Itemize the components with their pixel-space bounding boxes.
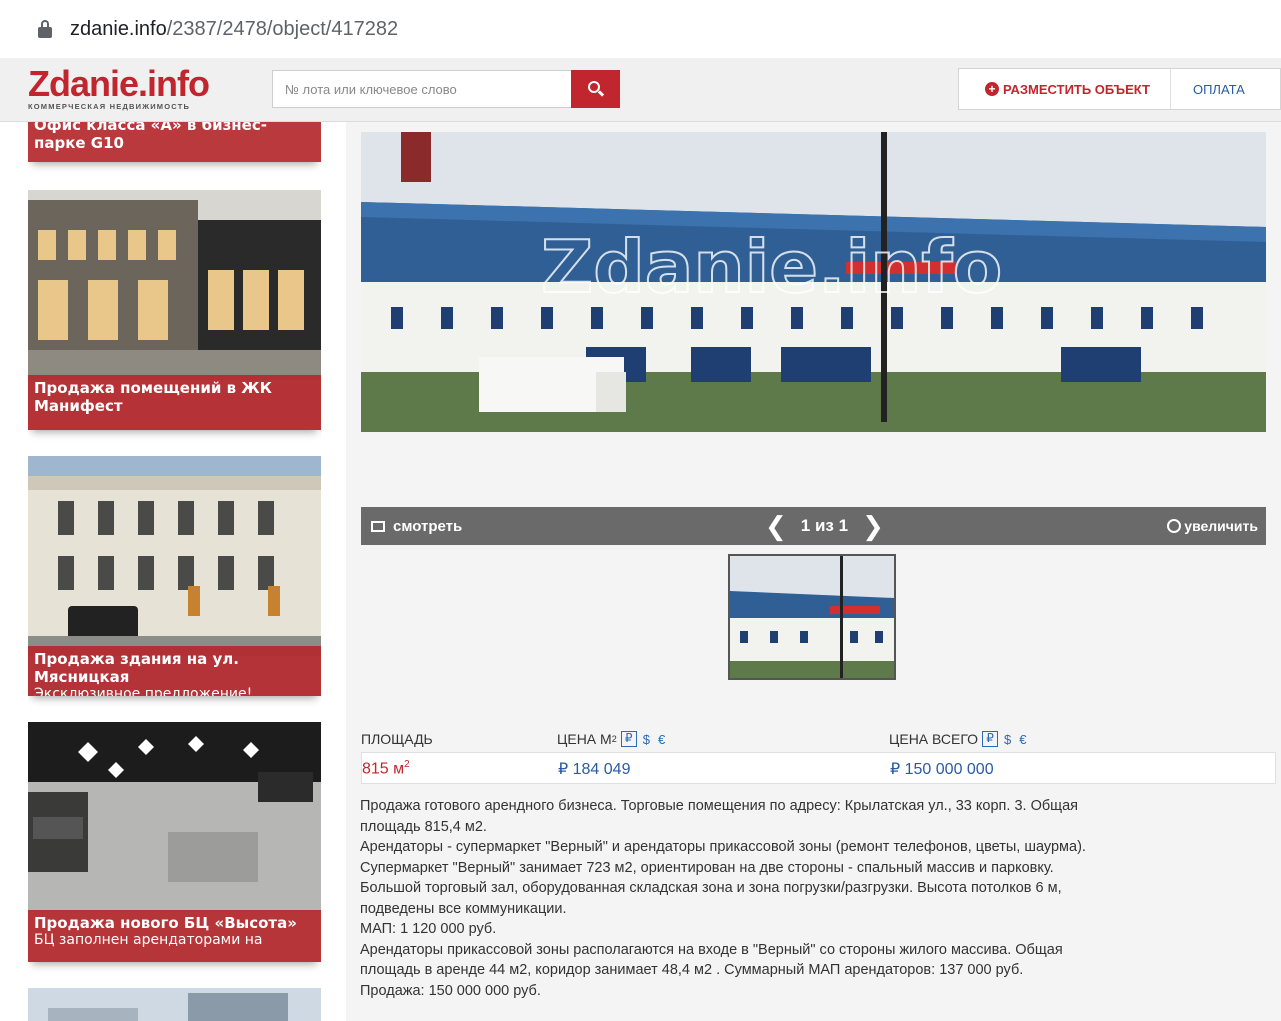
payment-link[interactable]: ОПЛАТА	[1171, 82, 1245, 97]
site-header: Zdanie.info КОММЕРЧЕСКАЯ НЕДВИЖИМОСТЬ № …	[0, 58, 1281, 122]
description-line: Большой торговый зал, оборудованная скла…	[360, 880, 1062, 896]
m2-superscript: 2	[611, 734, 617, 744]
description-line: Продажа готового арендного бизнеса. Торг…	[360, 798, 1078, 814]
currency-eur-toggle[interactable]: €	[1019, 732, 1026, 747]
promo-subtitle: БЦ заполнен арендаторами на	[34, 932, 263, 948]
photo-thumbnail[interactable]	[728, 554, 896, 680]
description-line: подведены все коммуникации.	[360, 900, 567, 917]
address-bar[interactable]: zdanie.info/2387/2478/object/417282	[0, 0, 1281, 58]
description-line: Арендаторы - супермаркет "Верный" и арен…	[360, 839, 1086, 855]
promo-caption: Продажа нового БЦ «Высота» БЦ заполнен а…	[28, 910, 321, 962]
promo-card[interactable]: Продажа помещений в ЖК Манифест	[28, 190, 321, 430]
gallery-counter: 1 из 1	[800, 516, 849, 535]
object-description: Продажа готового арендного бизнеса. Торг…	[360, 796, 1260, 1001]
promo-title: Продажа здания на ул. Мясницкая	[34, 650, 239, 686]
description-line: площадь 815,4 м2.	[360, 818, 487, 835]
place-object-label: РАЗМЕСТИТЬ ОБЪЕКТ	[1003, 81, 1150, 97]
promo-subtitle: Эксклюзивное предложение!	[34, 686, 253, 696]
lock-icon	[38, 20, 52, 38]
screen-icon	[371, 520, 385, 532]
promo-title: Продажа помещений в ЖК Манифест	[34, 379, 272, 415]
search-input[interactable]: № лота или ключевое слово	[272, 70, 572, 108]
plus-circle-icon: +	[985, 82, 999, 96]
currency-usd-toggle[interactable]: $	[1004, 732, 1011, 747]
promo-image	[28, 988, 321, 1021]
description-line: Арендаторы прикассовой зоны располагаютс…	[360, 941, 1063, 958]
description-line: Продажа: 150 000 000 руб.	[360, 982, 541, 999]
description-line: МАП: 1 120 000 руб.	[360, 921, 497, 937]
watermark-text: Zdanie.info	[541, 225, 1002, 309]
main-content: Zdanie.info смотреть ❮ 1 из 1 ❯ увеличит…	[346, 122, 1281, 1021]
currency-rub-toggle[interactable]: ₽	[620, 731, 637, 747]
site-logo[interactable]: Zdanie.info КОММЕРЧЕСКАЯ НЕДВИЖИМОСТЬ	[28, 63, 238, 113]
url-path: /2387/2478/object/417282	[166, 17, 399, 40]
sidebar: Офис класса «А» в бизнес-парке G10 Прода…	[28, 122, 321, 1021]
zoom-button[interactable]: увеличить	[1167, 518, 1258, 534]
watch-label: смотреть	[393, 517, 463, 535]
promo-caption: Офис класса «А» в бизнес-парке G10	[28, 122, 321, 162]
description-line: площадь в аренде 44 м2, коридор занимает…	[360, 962, 1024, 978]
area-value: 815 м2	[362, 759, 410, 778]
total-price-value: ₽ 150 000 000	[890, 761, 994, 778]
watch-button[interactable]: смотреть	[371, 518, 462, 535]
header-actions: + РАЗМЕСТИТЬ ОБЪЕКТ ОПЛАТА	[958, 68, 1281, 110]
promo-card[interactable]: Продажа здания на ул. Мясницкая Эксклюзи…	[28, 456, 321, 696]
price-values-row: 815 м2 ₽ 184 049 ₽ 150 000 000	[361, 752, 1276, 784]
gallery-pager: ❮ 1 из 1 ❯	[751, 513, 898, 539]
promo-caption: Продажа помещений в ЖК Манифест	[28, 375, 321, 430]
chevron-right-icon[interactable]: ❯	[848, 513, 898, 539]
promo-title: Продажа нового БЦ «Высота»	[34, 914, 297, 932]
promo-card[interactable]: Продажа нового БЦ «Высота» БЦ заполнен а…	[28, 722, 321, 962]
promo-caption: Продажа здания на ул. Мясницкая Эксклюзи…	[28, 646, 321, 696]
search-icon	[587, 81, 604, 97]
price-per-m2-label: ЦЕНА М	[557, 731, 612, 747]
promo-card[interactable]: Офис класса «А» в бизнес-парке G10	[28, 122, 321, 162]
price-header: ПЛОЩАДЬ ЦЕНА М2 ₽ $ € ЦЕНА ВСЕГО ₽ $ €	[361, 726, 1276, 752]
search-button[interactable]	[571, 70, 620, 108]
logo-text: Zdanie.info	[28, 63, 210, 104]
promo-card[interactable]	[28, 988, 321, 1021]
place-object-button[interactable]: + РАЗМЕСТИТЬ ОБЪЕКТ	[959, 69, 1171, 109]
zoom-label: увеличить	[1184, 518, 1258, 534]
zoom-icon	[1167, 519, 1182, 533]
description-line: Супермаркет "Верный" занимает 723 м2, ор…	[360, 859, 1054, 876]
gallery-toolbar: смотреть ❮ 1 из 1 ❯ увеличить	[361, 507, 1266, 545]
object-photo[interactable]: Zdanie.info	[361, 132, 1266, 432]
price-per-m2-value: ₽ 184 049	[558, 761, 631, 778]
total-price-label: ЦЕНА ВСЕГО	[889, 731, 979, 747]
currency-rub-toggle[interactable]: ₽	[982, 731, 999, 747]
chevron-left-icon[interactable]: ❮	[751, 513, 801, 539]
price-per-m2-header: ЦЕНА М2 ₽ $ €	[557, 731, 665, 747]
currency-eur-toggle[interactable]: €	[658, 732, 665, 747]
promo-title: Офис класса «А» в бизнес-парке G10	[34, 122, 267, 152]
total-price-header: ЦЕНА ВСЕГО ₽ $ €	[889, 731, 1027, 747]
url-host: zdanie.info	[70, 17, 167, 40]
area-header: ПЛОЩАДЬ	[361, 731, 433, 747]
currency-usd-toggle[interactable]: $	[643, 732, 650, 747]
